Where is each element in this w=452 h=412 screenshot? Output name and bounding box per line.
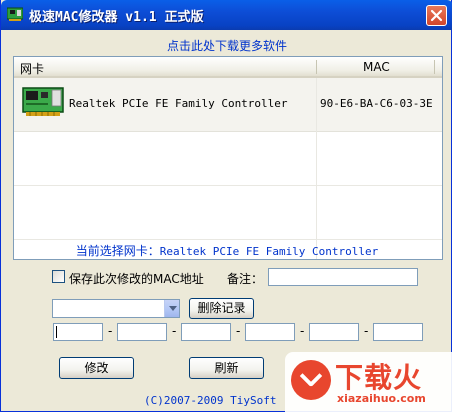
list-item[interactable]: Realtek PCIe FE Family Controller 90-E6-… bbox=[14, 78, 442, 132]
current-selection-label: 当前选择网卡： bbox=[75, 244, 160, 258]
remark-label: 备注： bbox=[227, 272, 264, 286]
download-more-link[interactable]: 点击此处下载更多软件 bbox=[4, 37, 450, 54]
mac-separator: - bbox=[300, 324, 305, 338]
mac-separator: - bbox=[236, 324, 241, 338]
watermark: 下载火 xiazaihuo.com bbox=[285, 352, 452, 412]
adapter-mac: 90-E6-BA-C6-03-3E bbox=[320, 97, 433, 110]
column-gridline bbox=[316, 78, 317, 259]
mac-octet-6-input[interactable] bbox=[373, 323, 423, 341]
close-icon bbox=[430, 9, 443, 22]
app-window: 极速MAC修改器 v1.1 正式版 点击此处下载更多软件 网卡 MAC Real… bbox=[0, 0, 452, 412]
column-header-mac[interactable]: MAC bbox=[363, 60, 390, 74]
current-selection-value: Realtek PCIe FE Family Controller bbox=[159, 245, 379, 258]
adapter-list[interactable]: 网卡 MAC Realtek PCIe FE Family Controller… bbox=[13, 56, 443, 260]
watermark-domain: xiazaihuo.com bbox=[337, 392, 426, 405]
mac-octet-5-input[interactable] bbox=[309, 323, 359, 341]
download-arrow-icon bbox=[291, 360, 331, 400]
copyright-text: (C)2007-2009 TiySoft bbox=[144, 394, 277, 407]
close-button[interactable] bbox=[426, 5, 447, 26]
column-header-adapter[interactable]: 网卡 bbox=[20, 60, 44, 77]
list-header: 网卡 MAC bbox=[14, 57, 442, 78]
column-divider[interactable] bbox=[434, 60, 435, 74]
modify-button[interactable]: 修改 bbox=[59, 357, 134, 379]
list-item-empty bbox=[14, 186, 442, 240]
text-caret bbox=[56, 326, 57, 338]
current-selection: 当前选择网卡：Realtek PCIe FE Family Controller bbox=[4, 242, 450, 259]
refresh-button[interactable]: 刷新 bbox=[189, 357, 264, 379]
mac-separator: - bbox=[108, 324, 113, 338]
mac-separator: - bbox=[364, 324, 369, 338]
watermark-brand: 下载火 bbox=[335, 361, 423, 394]
network-card-icon bbox=[22, 87, 64, 116]
mac-octet-4-input[interactable] bbox=[245, 323, 295, 341]
mac-separator: - bbox=[172, 324, 177, 338]
chevron-down-icon[interactable] bbox=[164, 300, 179, 317]
adapter-name: Realtek PCIe FE Family Controller bbox=[69, 97, 288, 110]
save-mac-checkbox[interactable] bbox=[52, 270, 65, 283]
remark-input[interactable] bbox=[268, 268, 418, 286]
mac-octet-3-input[interactable] bbox=[181, 323, 231, 341]
column-divider[interactable] bbox=[316, 60, 317, 74]
title-bar[interactable]: 极速MAC修改器 v1.1 正式版 bbox=[1, 0, 452, 30]
delete-record-button[interactable]: 删除记录 bbox=[189, 298, 254, 319]
history-combobox[interactable] bbox=[52, 299, 180, 318]
mac-octet-2-input[interactable] bbox=[117, 323, 167, 341]
save-mac-label[interactable]: 保存此次修改的MAC地址 bbox=[69, 270, 204, 287]
list-item-empty bbox=[14, 132, 442, 186]
window-title: 极速MAC修改器 v1.1 正式版 bbox=[29, 10, 204, 25]
network-card-icon bbox=[7, 7, 23, 21]
mac-octet-1-input[interactable] bbox=[53, 323, 103, 341]
